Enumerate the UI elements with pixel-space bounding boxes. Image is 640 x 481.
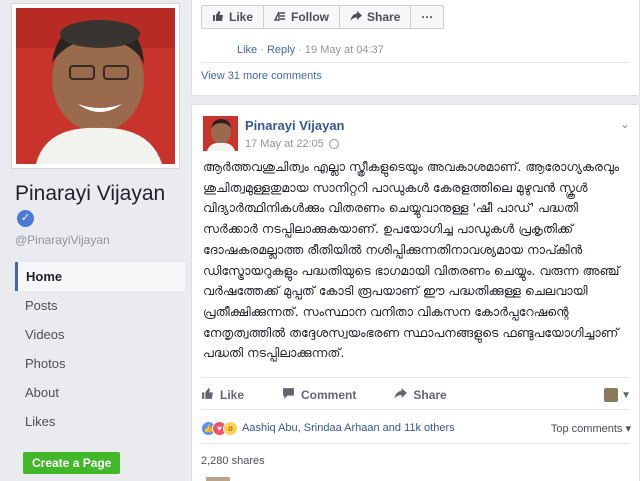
post-share-label: Share <box>413 388 447 402</box>
top-comments-label: Top comments <box>550 422 623 435</box>
nav-item-about[interactable]: About <box>15 378 185 407</box>
feed-column: Like Follow Share ··· Like · Reply · 19 … <box>191 0 640 481</box>
thumbs-up-icon <box>201 387 214 403</box>
previous-post-card: Like Follow Share ··· Like · Reply · 19 … <box>191 0 640 96</box>
profile-handle: @PinarayiVijayan <box>15 233 110 247</box>
post-card: Pinarayi Vijayan 17 May at 22:05 ⌄ ആർത്ത… <box>191 104 640 481</box>
divider <box>201 377 630 378</box>
page-like-button[interactable]: Like <box>202 6 265 28</box>
thumbs-up-icon <box>212 10 224 25</box>
reactions-row: 👍 ♥ o Aashiq Abu, Srindaa Arhaan and 11k… <box>201 419 631 437</box>
nav-item-photos[interactable]: Photos <box>15 349 185 378</box>
comment-meta: Like · Reply · 19 May at 04:37 <box>237 44 384 56</box>
divider <box>201 62 630 63</box>
post-author-name[interactable]: Pinarayi Vijayan <box>245 118 345 133</box>
more-dots-icon: ··· <box>421 10 434 24</box>
follow-label: Follow <box>291 10 330 24</box>
follow-icon <box>273 10 286 25</box>
page-share-label: Share <box>367 10 401 24</box>
view-more-comments-link[interactable]: View 31 more comments <box>201 70 322 82</box>
share-count[interactable]: 2,280 shares <box>201 455 265 467</box>
reactions-summary[interactable]: Aashiq Abu, Srindaa Arhaan and 11k other… <box>242 422 455 434</box>
comment-like-link[interactable]: Like <box>237 44 257 56</box>
comment-time[interactable]: 19 May at 04:37 <box>305 44 384 56</box>
divider <box>201 409 630 410</box>
post-as-selector[interactable]: ▼ <box>604 388 631 402</box>
viewer-avatar <box>604 388 619 402</box>
post-options-chevron-icon[interactable]: ⌄ <box>620 117 630 131</box>
comment-reply-link[interactable]: Reply <box>267 44 295 56</box>
profile-name[interactable]: Pinarayi Vijayan ✓ <box>15 182 185 230</box>
post-author-avatar[interactable] <box>203 116 238 151</box>
page-action-bar: Like Follow Share ··· <box>201 5 445 29</box>
top-comments-sort[interactable]: Top comments ▾ <box>551 422 631 435</box>
profile-name-text[interactable]: Pinarayi Vijayan <box>15 182 165 205</box>
nav-item-likes[interactable]: Likes <box>15 407 185 436</box>
dropdown-caret-icon: ▼ <box>621 389 631 401</box>
verified-badge-icon: ✓ <box>17 209 34 227</box>
meta-separator: · <box>260 44 267 56</box>
post-actions: Like Comment Share ▼ <box>201 384 631 406</box>
page-like-label: Like <box>229 10 254 24</box>
profile-picture[interactable] <box>12 4 179 168</box>
post-comment-button[interactable]: Comment <box>282 387 356 403</box>
globe-icon <box>328 139 339 149</box>
post-body: ആർത്തവശുചിത്വം എല്ലാ സ്ത്രീകളുടെയും അവകാ… <box>203 159 620 361</box>
left-column: Pinarayi Vijayan ✓ @PinarayiVijayan Home… <box>0 0 190 481</box>
meta-separator: · <box>298 44 305 56</box>
post-time-text: 17 May at 22:05 <box>245 138 324 150</box>
comment-bubble-icon <box>282 387 295 403</box>
post-like-button[interactable]: Like <box>201 387 244 403</box>
post-like-label: Like <box>220 388 245 402</box>
share-arrow-icon <box>350 10 363 25</box>
comment-avatar-partial <box>206 477 230 481</box>
wow-reaction-icon[interactable]: o <box>223 420 238 436</box>
nav-item-videos[interactable]: Videos <box>15 320 185 349</box>
share-arrow-icon <box>394 387 408 403</box>
divider <box>201 443 630 444</box>
post-comment-label: Comment <box>301 388 357 402</box>
page-share-button[interactable]: Share <box>340 6 412 28</box>
create-page-button[interactable]: Create a Page <box>23 452 121 474</box>
post-timestamp[interactable]: 17 May at 22:05 <box>245 138 339 150</box>
more-options-button[interactable]: ··· <box>411 6 443 28</box>
follow-button[interactable]: Follow <box>264 6 341 28</box>
post-share-button[interactable]: Share <box>394 387 447 403</box>
nav-item-home[interactable]: Home <box>15 262 185 291</box>
page-nav: Home Posts Videos Photos About Likes <box>15 262 185 436</box>
nav-item-posts[interactable]: Posts <box>15 291 185 320</box>
